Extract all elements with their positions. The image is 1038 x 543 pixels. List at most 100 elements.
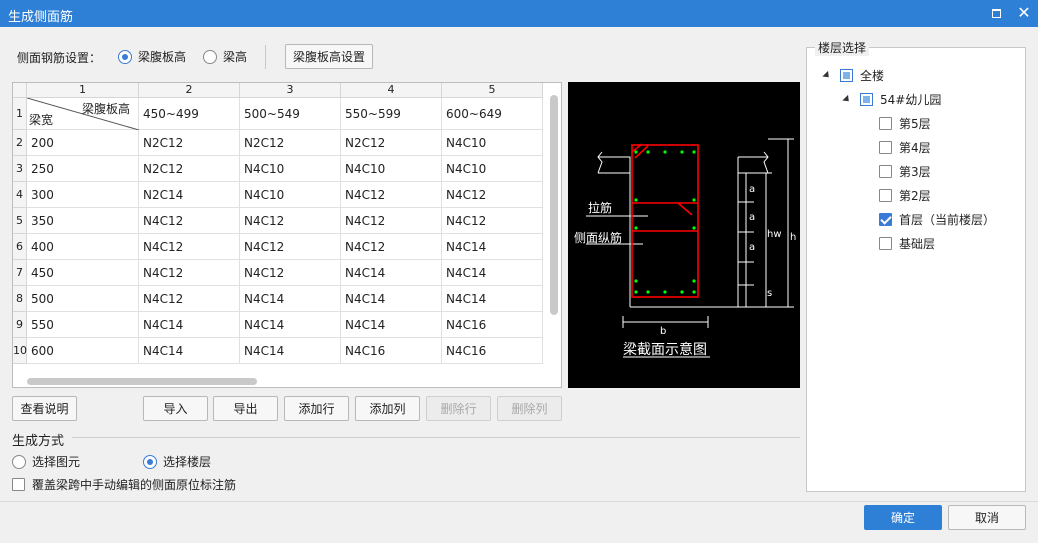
rebar-cell[interactable]: N4C14 bbox=[341, 286, 442, 312]
beam-width-cell[interactable]: 250 bbox=[27, 156, 139, 182]
row-number[interactable]: 6 bbox=[13, 234, 27, 260]
rebar-cell[interactable]: N4C14 bbox=[139, 338, 240, 364]
add-column-button[interactable]: 添加列 bbox=[355, 396, 420, 421]
rebar-cell[interactable]: N4C10 bbox=[442, 130, 543, 156]
rebar-cell[interactable]: N4C14 bbox=[240, 286, 341, 312]
rebar-cell[interactable]: N4C14 bbox=[442, 234, 543, 260]
rebar-cell[interactable]: N4C12 bbox=[442, 208, 543, 234]
column-range-header[interactable]: 600~649 bbox=[442, 98, 543, 130]
rebar-cell[interactable]: N4C12 bbox=[240, 260, 341, 286]
radio-web-height[interactable]: 梁腹板高 bbox=[118, 48, 186, 65]
row-number[interactable]: 9 bbox=[13, 312, 27, 338]
floor-item[interactable]: 首层（当前楼层） bbox=[879, 209, 995, 229]
rebar-cell[interactable]: N4C12 bbox=[341, 234, 442, 260]
radio-select-element-indicator[interactable] bbox=[12, 454, 26, 469]
row-number[interactable]: 3 bbox=[13, 156, 27, 182]
rebar-cell[interactable]: N4C14 bbox=[442, 286, 543, 312]
delete-column-button[interactable]: 删除列 bbox=[497, 396, 562, 421]
rebar-cell[interactable]: N4C12 bbox=[139, 234, 240, 260]
floor-checkbox[interactable] bbox=[879, 164, 892, 178]
rebar-cell[interactable]: N4C10 bbox=[341, 156, 442, 182]
expand-triangle-icon[interactable] bbox=[842, 94, 852, 104]
vertical-scrollbar[interactable] bbox=[550, 95, 558, 315]
floor-item[interactable]: 第4层 bbox=[879, 137, 931, 157]
rebar-table[interactable]: 1 2 3 4 5 1 梁腹板高 梁宽 450~499 500~549 550~… bbox=[12, 82, 562, 388]
beam-width-cell[interactable]: 500 bbox=[27, 286, 139, 312]
column-range-header[interactable]: 450~499 bbox=[139, 98, 240, 130]
row-number[interactable]: 8 bbox=[13, 286, 27, 312]
horizontal-scrollbar[interactable] bbox=[27, 378, 257, 385]
rebar-cell[interactable]: N4C12 bbox=[341, 208, 442, 234]
tree-node-all[interactable]: 全楼 bbox=[822, 65, 884, 85]
rebar-cell[interactable]: N4C16 bbox=[341, 338, 442, 364]
maximize-button[interactable] bbox=[986, 4, 1006, 22]
tree-node-project[interactable]: 54#幼儿园 bbox=[842, 89, 941, 109]
floor-checkbox[interactable] bbox=[879, 212, 892, 226]
rebar-cell[interactable]: N4C14 bbox=[341, 260, 442, 286]
web-height-settings-button[interactable]: 梁腹板高设置 bbox=[285, 44, 373, 69]
rebar-cell[interactable]: N2C12 bbox=[139, 130, 240, 156]
radio-select-floor-indicator[interactable] bbox=[143, 454, 157, 469]
view-help-button[interactable]: 查看说明 bbox=[12, 396, 77, 421]
floor-item[interactable]: 第2层 bbox=[879, 185, 931, 205]
row-number[interactable]: 5 bbox=[13, 208, 27, 234]
rebar-cell[interactable]: N4C16 bbox=[442, 338, 543, 364]
row-number[interactable]: 7 bbox=[13, 260, 27, 286]
rebar-cell[interactable]: N4C12 bbox=[139, 286, 240, 312]
beam-width-cell[interactable]: 450 bbox=[27, 260, 139, 286]
floor-checkbox[interactable] bbox=[879, 116, 892, 130]
floor-item[interactable]: 基础层 bbox=[879, 233, 935, 253]
beam-width-cell[interactable]: 400 bbox=[27, 234, 139, 260]
rebar-cell[interactable]: N2C12 bbox=[341, 130, 442, 156]
rebar-cell[interactable]: N4C12 bbox=[139, 260, 240, 286]
partial-check-icon[interactable] bbox=[840, 68, 853, 82]
column-range-header[interactable]: 550~599 bbox=[341, 98, 442, 130]
beam-width-cell[interactable]: 350 bbox=[27, 208, 139, 234]
col-number[interactable]: 2 bbox=[139, 83, 240, 98]
rebar-cell[interactable]: N4C14 bbox=[240, 338, 341, 364]
rebar-cell[interactable]: N4C14 bbox=[139, 312, 240, 338]
rebar-cell[interactable]: N4C10 bbox=[240, 156, 341, 182]
rebar-cell[interactable]: N4C10 bbox=[442, 156, 543, 182]
expand-triangle-icon[interactable] bbox=[822, 70, 832, 80]
row-number[interactable]: 10 bbox=[13, 338, 27, 364]
column-range-header[interactable]: 500~549 bbox=[240, 98, 341, 130]
col-number[interactable]: 3 bbox=[240, 83, 341, 98]
beam-width-cell[interactable]: 200 bbox=[27, 130, 139, 156]
col-number[interactable]: 4 bbox=[341, 83, 442, 98]
rebar-cell[interactable]: N4C14 bbox=[240, 312, 341, 338]
row-number[interactable]: 2 bbox=[13, 130, 27, 156]
rebar-cell[interactable]: N4C16 bbox=[442, 312, 543, 338]
row-number[interactable]: 4 bbox=[13, 182, 27, 208]
cancel-button[interactable]: 取消 bbox=[948, 505, 1026, 530]
rebar-cell[interactable]: N2C12 bbox=[139, 156, 240, 182]
rebar-cell[interactable]: N4C12 bbox=[240, 208, 341, 234]
add-row-button[interactable]: 添加行 bbox=[284, 396, 349, 421]
rebar-cell[interactable]: N4C14 bbox=[341, 312, 442, 338]
radio-web-height-indicator[interactable] bbox=[118, 49, 132, 64]
overwrite-checkbox-box[interactable] bbox=[12, 478, 25, 491]
import-button[interactable]: 导入 bbox=[143, 396, 208, 421]
delete-row-button[interactable]: 删除行 bbox=[426, 396, 491, 421]
close-button[interactable]: ✕ bbox=[1014, 4, 1034, 22]
beam-width-cell[interactable]: 550 bbox=[27, 312, 139, 338]
rebar-cell[interactable]: N2C12 bbox=[240, 130, 341, 156]
row-number[interactable]: 1 bbox=[13, 98, 27, 130]
beam-width-cell[interactable]: 300 bbox=[27, 182, 139, 208]
floor-checkbox[interactable] bbox=[879, 188, 892, 202]
col-number[interactable]: 5 bbox=[442, 83, 543, 98]
rebar-cell[interactable]: N4C10 bbox=[240, 182, 341, 208]
rebar-cell[interactable]: N4C12 bbox=[442, 182, 543, 208]
radio-beam-height-indicator[interactable] bbox=[203, 49, 217, 64]
rebar-cell[interactable]: N4C12 bbox=[240, 234, 341, 260]
floor-checkbox[interactable] bbox=[879, 140, 892, 154]
rebar-cell[interactable]: N2C14 bbox=[139, 182, 240, 208]
ok-button[interactable]: 确定 bbox=[864, 505, 942, 530]
floor-item[interactable]: 第5层 bbox=[879, 113, 931, 133]
partial-check-icon[interactable] bbox=[860, 92, 873, 106]
rebar-cell[interactable]: N4C14 bbox=[442, 260, 543, 286]
floor-checkbox[interactable] bbox=[879, 236, 892, 250]
radio-select-element[interactable]: 选择图元 bbox=[12, 453, 80, 470]
beam-width-cell[interactable]: 600 bbox=[27, 338, 139, 364]
overwrite-manual-annotation-checkbox[interactable]: 覆盖梁跨中手动编辑的侧面原位标注筋 bbox=[12, 476, 236, 493]
